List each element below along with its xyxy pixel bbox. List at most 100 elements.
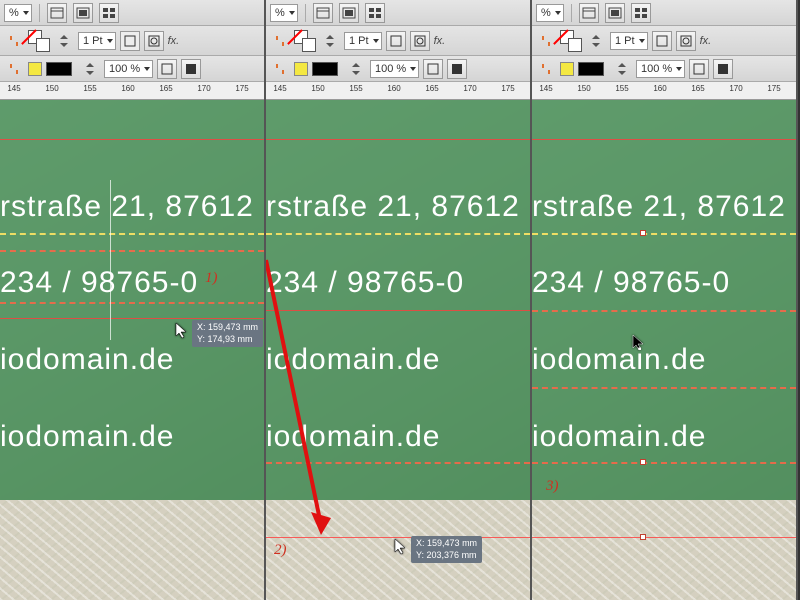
blend-2-button[interactable]	[447, 59, 467, 79]
selection-handle[interactable]	[640, 459, 646, 465]
guide-line[interactable]	[266, 537, 530, 538]
opacity-stepper[interactable]	[612, 59, 632, 79]
annotation-marker-3: 3)	[546, 478, 559, 495]
fill-yellow-swatch[interactable]	[560, 62, 574, 76]
opacity-stepper[interactable]	[346, 59, 366, 79]
view-mode-2-button[interactable]	[605, 3, 625, 23]
toolbar-fill-row: 100 %	[266, 56, 530, 82]
opacity-dropdown[interactable]: 100 %	[104, 60, 153, 78]
fill-black-bar[interactable]	[46, 62, 72, 76]
view-mode-3-button[interactable]	[365, 3, 385, 23]
chevron-down-icon	[410, 67, 416, 71]
chevron-down-icon	[639, 39, 645, 43]
guide-dashed[interactable]	[266, 233, 530, 235]
text-address-line[interactable]: rstraße 21, 87612 L	[266, 190, 532, 224]
text-wrap-2-button[interactable]	[410, 31, 430, 51]
fill-stroke-swatch[interactable]	[294, 30, 316, 52]
stroke-weight-stepper[interactable]	[54, 31, 74, 51]
view-mode-3-button[interactable]	[99, 3, 119, 23]
text-address-line[interactable]: rstraße 21, 87612 L	[532, 190, 798, 224]
coordinate-tooltip: X: 159,473 mm Y: 203,376 mm	[411, 536, 482, 563]
percent-dropdown[interactable]: %	[270, 4, 298, 22]
percent-dropdown[interactable]: %	[4, 4, 32, 22]
stroke-weight-stepper[interactable]	[320, 31, 340, 51]
grid-icon	[368, 7, 382, 19]
view-mode-1-button[interactable]	[47, 3, 67, 23]
opacity-dropdown[interactable]: 100 %	[370, 60, 419, 78]
blend-1-button[interactable]	[689, 59, 709, 79]
blend-1-button[interactable]	[157, 59, 177, 79]
fill-black-bar[interactable]	[578, 62, 604, 76]
blend-2-button[interactable]	[181, 59, 201, 79]
horizontal-ruler[interactable]: 145 150 155 160 165 170 175	[266, 82, 530, 100]
text-wrap-2-button[interactable]	[676, 31, 696, 51]
link-break-icon[interactable]	[270, 31, 290, 51]
guide-line[interactable]	[532, 537, 796, 538]
fill-stroke-swatch[interactable]	[560, 30, 582, 52]
link-break-icon[interactable]	[536, 59, 556, 79]
text-address-line[interactable]: rstraße 21, 87612 L	[0, 190, 266, 224]
stroke-weight-dropdown[interactable]: 1 Pt	[78, 32, 116, 50]
text-domain-line-2[interactable]: iodomain.de	[0, 420, 174, 454]
stroke-weight-dropdown[interactable]: 1 Pt	[610, 32, 648, 50]
frame-icon	[316, 7, 330, 19]
guide-line[interactable]	[532, 462, 796, 464]
opacity-stepper[interactable]	[80, 59, 100, 79]
fill-yellow-swatch[interactable]	[294, 62, 308, 76]
guide-vertical[interactable]	[110, 180, 111, 340]
text-domain-line-1[interactable]: iodomain.de	[0, 343, 174, 377]
guide-line[interactable]	[0, 318, 264, 319]
fx-label[interactable]: fx.	[434, 35, 446, 47]
guide-line[interactable]	[0, 250, 264, 252]
text-domain-line-1[interactable]: iodomain.de	[532, 343, 706, 377]
guide-line[interactable]	[532, 310, 796, 312]
blend-2-button[interactable]	[713, 59, 733, 79]
fill-black-bar[interactable]	[312, 62, 338, 76]
guide-line[interactable]	[266, 139, 530, 140]
toolbar-top-row: %	[266, 0, 530, 26]
view-mode-2-button[interactable]	[73, 3, 93, 23]
selection-handle[interactable]	[640, 230, 646, 236]
canvas-area[interactable]: rstraße 21, 87612 L 234 / 98765-0 iodoma…	[266, 100, 530, 600]
link-break-icon[interactable]	[4, 59, 24, 79]
text-wrap-2-button[interactable]	[144, 31, 164, 51]
view-mode-1-button[interactable]	[579, 3, 599, 23]
guide-line[interactable]	[0, 139, 264, 140]
chevron-down-icon	[23, 11, 29, 15]
canvas-area[interactable]: rstraße 21, 87612 L 234 / 98765-0 iodoma…	[532, 100, 796, 600]
text-domain-line-2[interactable]: iodomain.de	[532, 420, 706, 454]
chevron-down-icon	[144, 67, 150, 71]
canvas-area[interactable]: rstraße 21, 87612 L 234 / 98765-0 1) X: …	[0, 100, 264, 600]
blend-1-button[interactable]	[423, 59, 443, 79]
text-wrap-1-button[interactable]	[386, 31, 406, 51]
text-wrap-1-button[interactable]	[120, 31, 140, 51]
fill-stroke-swatch[interactable]	[28, 30, 50, 52]
text-phone-line[interactable]: 234 / 98765-0	[0, 266, 198, 300]
link-break-icon[interactable]	[536, 31, 556, 51]
horizontal-ruler[interactable]: 145 150 155 160 165 170 175	[532, 82, 796, 100]
opacity-dropdown[interactable]: 100 %	[636, 60, 685, 78]
guide-dashed[interactable]	[532, 233, 796, 235]
stroke-weight-stepper[interactable]	[586, 31, 606, 51]
selection-handle[interactable]	[640, 534, 646, 540]
stroke-weight-dropdown[interactable]: 1 Pt	[344, 32, 382, 50]
link-break-icon[interactable]	[270, 59, 290, 79]
fill-yellow-swatch[interactable]	[28, 62, 42, 76]
horizontal-ruler[interactable]: 145 150 155 160 165 170 175	[0, 82, 264, 100]
guide-line[interactable]	[0, 302, 264, 304]
grid-icon	[634, 7, 648, 19]
percent-dropdown[interactable]: %	[536, 4, 564, 22]
link-break-icon[interactable]	[4, 31, 24, 51]
guide-line[interactable]	[532, 387, 796, 389]
view-mode-2-button[interactable]	[339, 3, 359, 23]
fx-label[interactable]: fx.	[700, 35, 712, 47]
guide-line[interactable]	[532, 139, 796, 140]
view-mode-1-button[interactable]	[313, 3, 333, 23]
editor-panel-2: % 1 Pt fx. 100 % 145 150 155 160 165 170…	[266, 0, 532, 600]
background-fabric	[532, 500, 796, 600]
text-wrap-1-button[interactable]	[652, 31, 672, 51]
guide-dashed[interactable]	[0, 233, 264, 235]
text-phone-line[interactable]: 234 / 98765-0	[532, 266, 730, 300]
fx-label[interactable]: fx.	[168, 35, 180, 47]
view-mode-3-button[interactable]	[631, 3, 651, 23]
